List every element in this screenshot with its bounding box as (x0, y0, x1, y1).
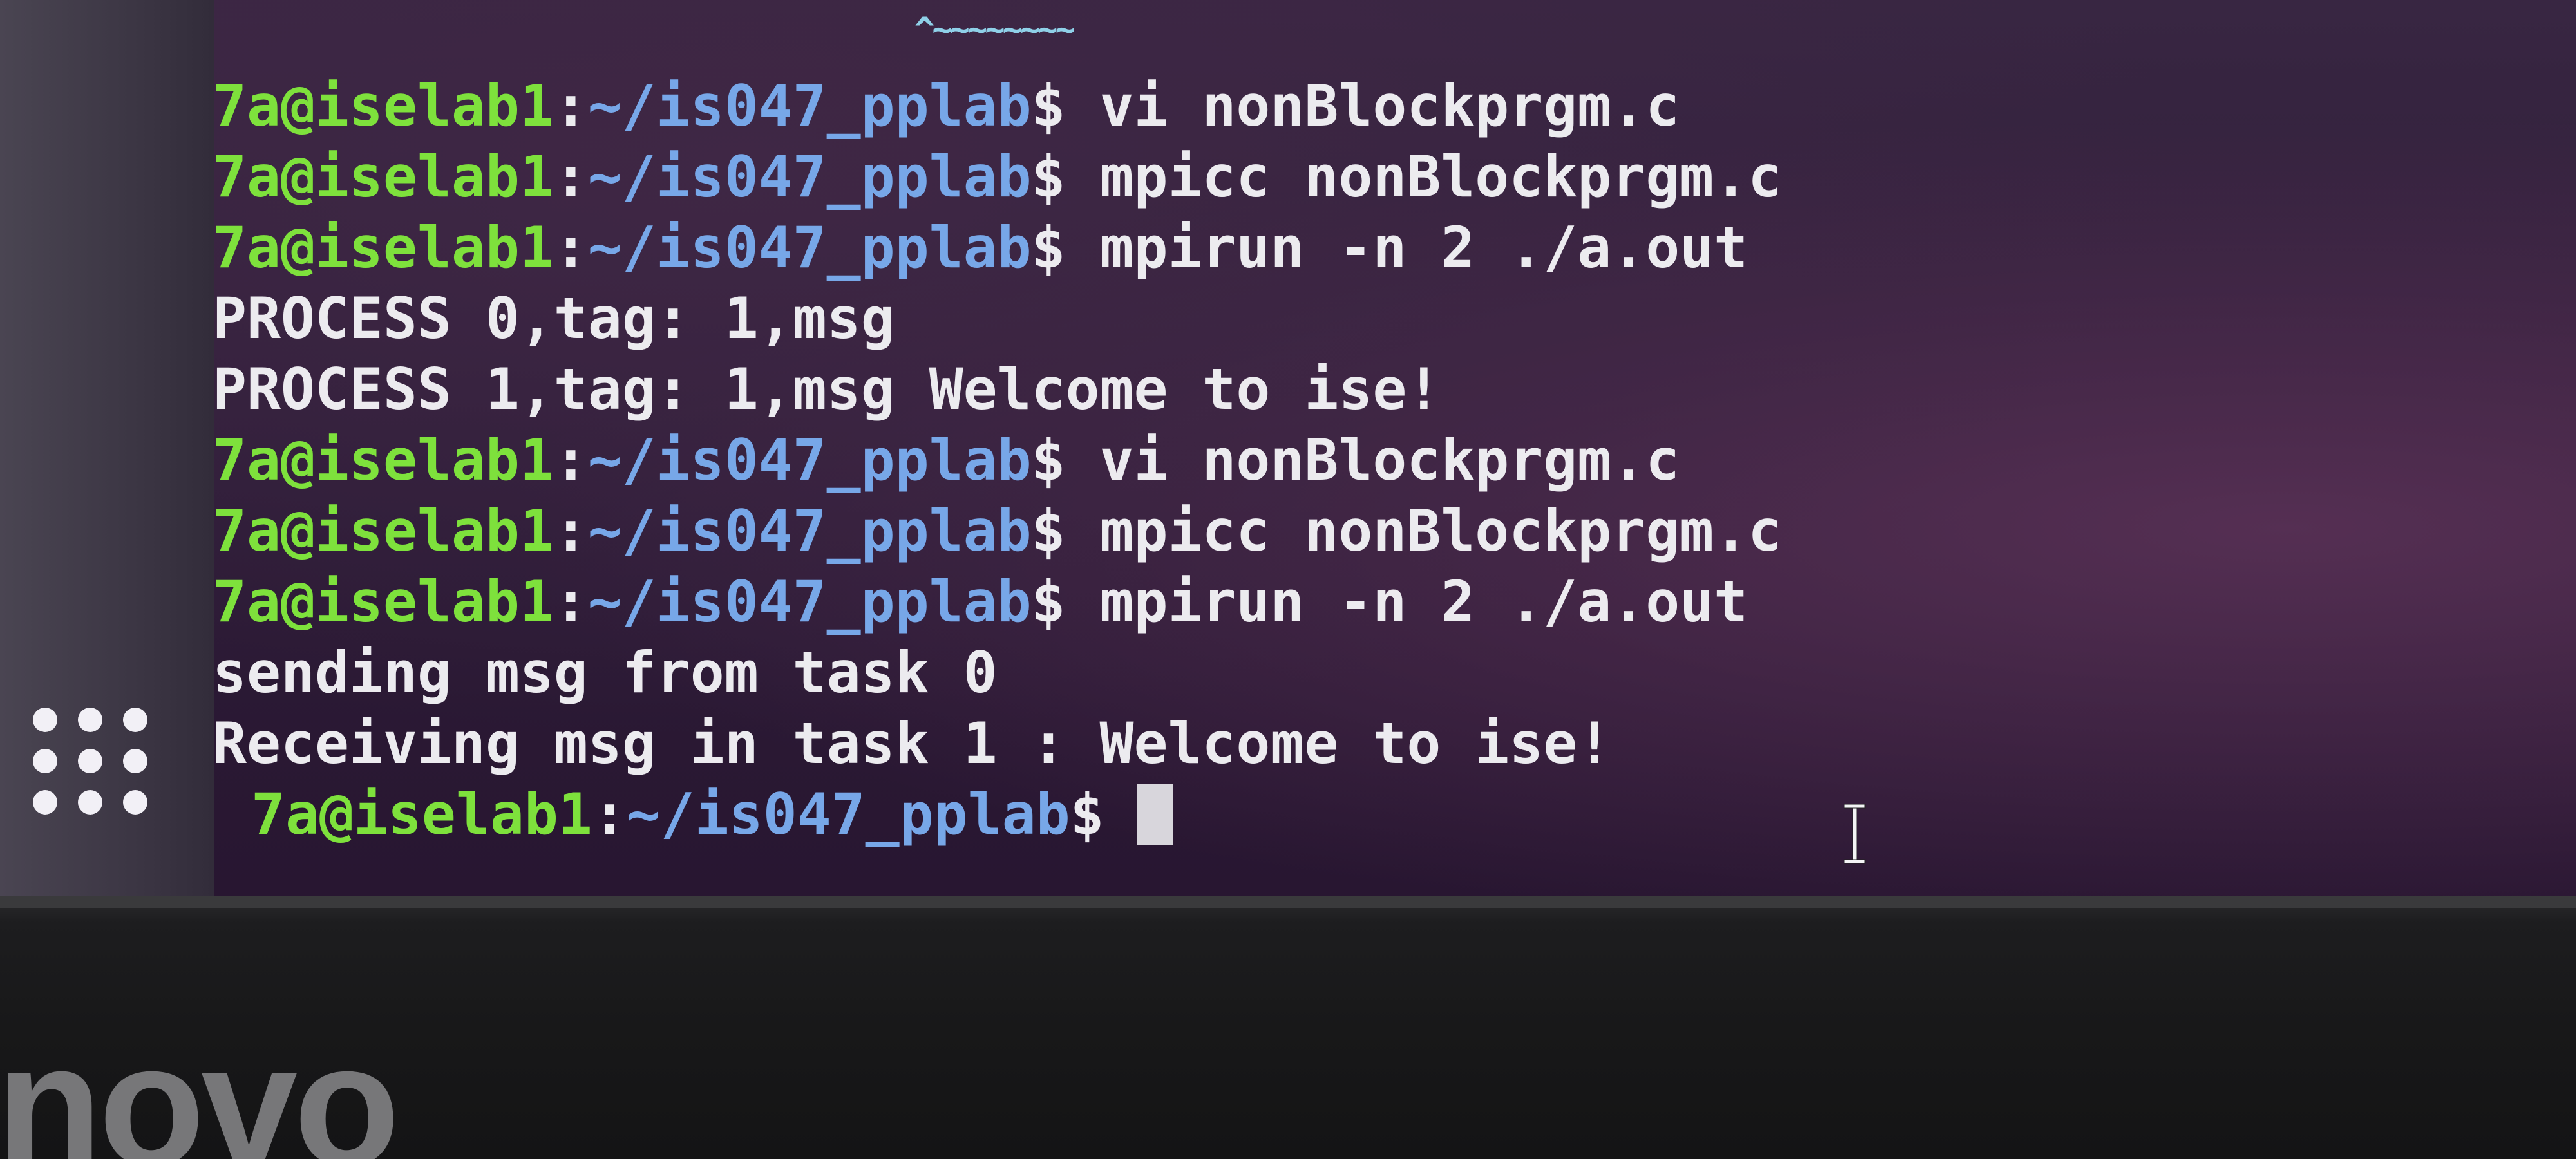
terminal-command: mpirun -n 2 ./a.out (1065, 569, 1748, 635)
prompt-user: 7a@iselab1 (251, 781, 592, 847)
terminal-command-line: 7a@iselab1: ~/is047_pplab $ mpirun -n 2 ./… (213, 567, 2531, 637)
prompt-separator: : (553, 214, 588, 281)
partial-window-title: ^~~~~~~~~ (914, 10, 1075, 49)
terminal-output: PROCESS 0,tag: 1,msg (213, 285, 895, 352)
prompt-separator: : (553, 569, 588, 635)
photo-of-laptop-screen: ^~~~~~~~~ 7a@iselab1: ~/is047_pplab $ vi n… (0, 0, 2576, 1159)
prompt-symbol: $ (1031, 427, 1066, 493)
prompt-path: ~/is047_pplab (587, 569, 1032, 635)
terminal-output-line: sending msg from task 0 (213, 637, 2531, 708)
apps-grid-icon (123, 749, 147, 773)
prompt-path: ~/is047_pplab (587, 73, 1032, 139)
prompt-symbol: $ (1031, 569, 1066, 635)
show-applications-button[interactable] (26, 702, 155, 824)
dock (0, 0, 214, 896)
prompt-symbol: $ (1070, 781, 1104, 847)
apps-grid-icon (123, 708, 147, 732)
prompt-path: ~/is047_pplab (587, 144, 1032, 210)
ibeam-cursor-icon (1844, 804, 1866, 864)
prompt-user: 7a@iselab1 (213, 427, 554, 493)
terminal-command: mpicc nonBlockprgm.c (1065, 498, 1783, 564)
terminal-output: Receiving msg in task 1 : Welcome to ise… (213, 710, 1612, 777)
prompt-path: ~/is047_pplab (626, 781, 1070, 847)
prompt-symbol: $ (1031, 498, 1066, 564)
prompt-separator: : (553, 73, 588, 139)
prompt-separator: : (553, 498, 588, 564)
terminal-output-line: PROCESS 1,tag: 1,msg Welcome to ise! (213, 354, 2531, 425)
prompt-user: 7a@iselab1 (213, 214, 554, 281)
prompt-user: 7a@iselab1 (213, 498, 554, 564)
terminal-command: mpirun -n 2 ./a.out (1065, 214, 1748, 281)
prompt-path: ~/is047_pplab (587, 214, 1032, 281)
apps-grid-icon (33, 708, 57, 732)
terminal-command-line: 7a@iselab1: ~/is047_pplab $ vi nonBlockprg… (213, 425, 2531, 496)
laptop-brand-logo: enovo (0, 1008, 400, 1159)
prompt-user: 7a@iselab1 (213, 73, 554, 139)
terminal-command: mpicc nonBlockprgm.c (1065, 144, 1783, 210)
terminal-command-line: 7a@iselab1: ~/is047_pplab $ mpirun -n 2 ./… (213, 212, 2531, 283)
terminal-command: vi nonBlockprgm.c (1065, 73, 1680, 139)
prompt-user: 7a@iselab1 (213, 569, 554, 635)
text-cursor (1136, 784, 1173, 845)
prompt-separator: : (553, 144, 588, 210)
prompt-symbol: $ (1031, 73, 1066, 139)
terminal-output: sending msg from task 0 (213, 639, 998, 706)
terminal-output: PROCESS 1,tag: 1,msg Welcome to ise! (213, 356, 1441, 422)
terminal-command-line: 7a@iselab1: ~/is047_pplab $ mpicc nonBlock… (213, 496, 2531, 567)
apps-grid-icon (33, 790, 57, 815)
apps-grid-icon (78, 708, 102, 732)
terminal-output-line: PROCESS 0,tag: 1,msg (213, 283, 2531, 354)
desktop-screen: ^~~~~~~~~ 7a@iselab1: ~/is047_pplab $ vi n… (0, 0, 2576, 896)
prompt-symbol: $ (1031, 214, 1066, 281)
prompt-separator: : (592, 781, 627, 847)
terminal-output-line: Receiving msg in task 1 : Welcome to ise… (213, 708, 2531, 779)
apps-grid-icon (78, 749, 102, 773)
prompt-user: 7a@iselab1 (213, 144, 554, 210)
prompt-path: ~/is047_pplab (587, 498, 1032, 564)
prompt-path: ~/is047_pplab (587, 427, 1032, 493)
laptop-bezel: enovo (0, 896, 2576, 1159)
apps-grid-icon (33, 749, 57, 773)
screen-edge (0, 896, 2576, 908)
terminal-command: vi nonBlockprgm.c (1065, 427, 1680, 493)
apps-grid-icon (123, 790, 147, 815)
terminal-command-line: 7a@iselab1: ~/is047_pplab $ vi nonBlockprg… (213, 71, 2531, 142)
terminal-command-line: 7a@iselab1: ~/is047_pplab $ mpicc nonBlock… (213, 142, 2531, 212)
prompt-separator: : (553, 427, 588, 493)
terminal-window[interactable]: 7a@iselab1: ~/is047_pplab $ vi nonBlockprg… (213, 71, 2531, 850)
prompt-symbol: $ (1031, 144, 1066, 210)
apps-grid-icon (78, 790, 102, 815)
terminal-active-prompt[interactable]: 7a@iselab1: ~/is047_pplab $ (213, 779, 2531, 850)
